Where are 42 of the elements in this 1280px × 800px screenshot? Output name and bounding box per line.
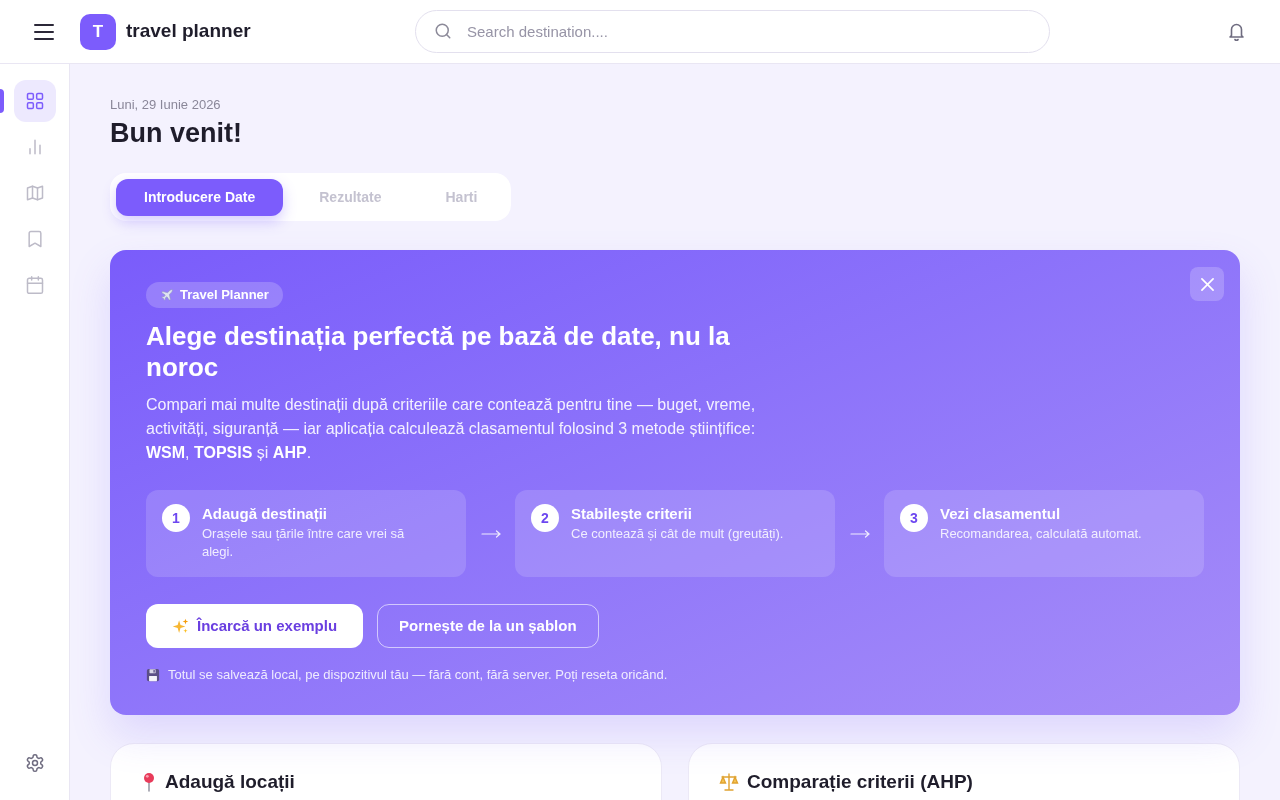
bookmark-icon (25, 229, 45, 249)
calendar-icon (25, 275, 45, 295)
storage-note: Totul se salvează local, pe dispozitivul tău — fără cont, fără server. Poți reseta oricând. (168, 666, 668, 684)
search-icon (434, 22, 452, 40)
airplane-icon (160, 288, 174, 302)
balance-scale-icon (719, 772, 739, 792)
map-icon (25, 183, 45, 203)
menu-icon (34, 23, 54, 40)
load-example-button[interactable]: Încarcă un exemplu (146, 604, 364, 648)
step-number: 2 (531, 504, 559, 532)
logo-badge: T (80, 13, 116, 50)
close-icon (1200, 277, 1214, 291)
step-title: Adaugă destinații (202, 504, 329, 524)
bell-icon (1227, 22, 1245, 41)
date-label: Luni, 29 Iunie 2026 (110, 96, 222, 114)
card-title: Adaugă locații (165, 771, 295, 793)
banner-heading: Alege destinația perfectă pe bază de date, nu la noroc (146, 321, 731, 383)
step-number: 1 (162, 504, 190, 532)
banner-description: Compari mai multe destinații după criteriile care contează pentru tine — buget, vreme, activități, siguranță — iar aplicația calculează clasamentul folosind 3 metode științifice: WSM, TOPSIS și AHP. (146, 395, 757, 463)
card-title: Comparație criterii (AHP) (747, 771, 973, 793)
tab[interactable]: Introducere Date (116, 179, 284, 216)
step-number: 3 (900, 504, 928, 532)
sparkles-icon (172, 617, 189, 635)
tab[interactable]: Rezultate (291, 179, 410, 216)
app-name: travel planner (126, 19, 251, 44)
search-field[interactable]: Search destination.... (415, 10, 1050, 53)
close-button[interactable] (1190, 267, 1224, 301)
step-description: Ce contează și cât de mult (greutăți). (571, 525, 784, 543)
step-description: Orașele sau țările între care vrei să alegi. (202, 525, 406, 561)
pushpin-icon (141, 772, 157, 792)
page-title: Bun venit! (110, 117, 243, 149)
settings-icon (25, 753, 45, 773)
grid-icon (25, 91, 45, 111)
step-description: Recomandarea, calculată automat. (940, 525, 1142, 543)
tab[interactable]: Harti (417, 179, 506, 216)
arrow-right-icon (480, 529, 501, 538)
arrow-right-icon (849, 529, 870, 538)
step-title: Vezi clasamentul (940, 504, 1062, 524)
template-button[interactable]: Pornește de la un șablon (377, 604, 599, 648)
step-title: Stabilește criterii (571, 504, 693, 524)
badge-label: Travel Planner (180, 286, 269, 305)
sidebar-item[interactable] (14, 80, 56, 122)
